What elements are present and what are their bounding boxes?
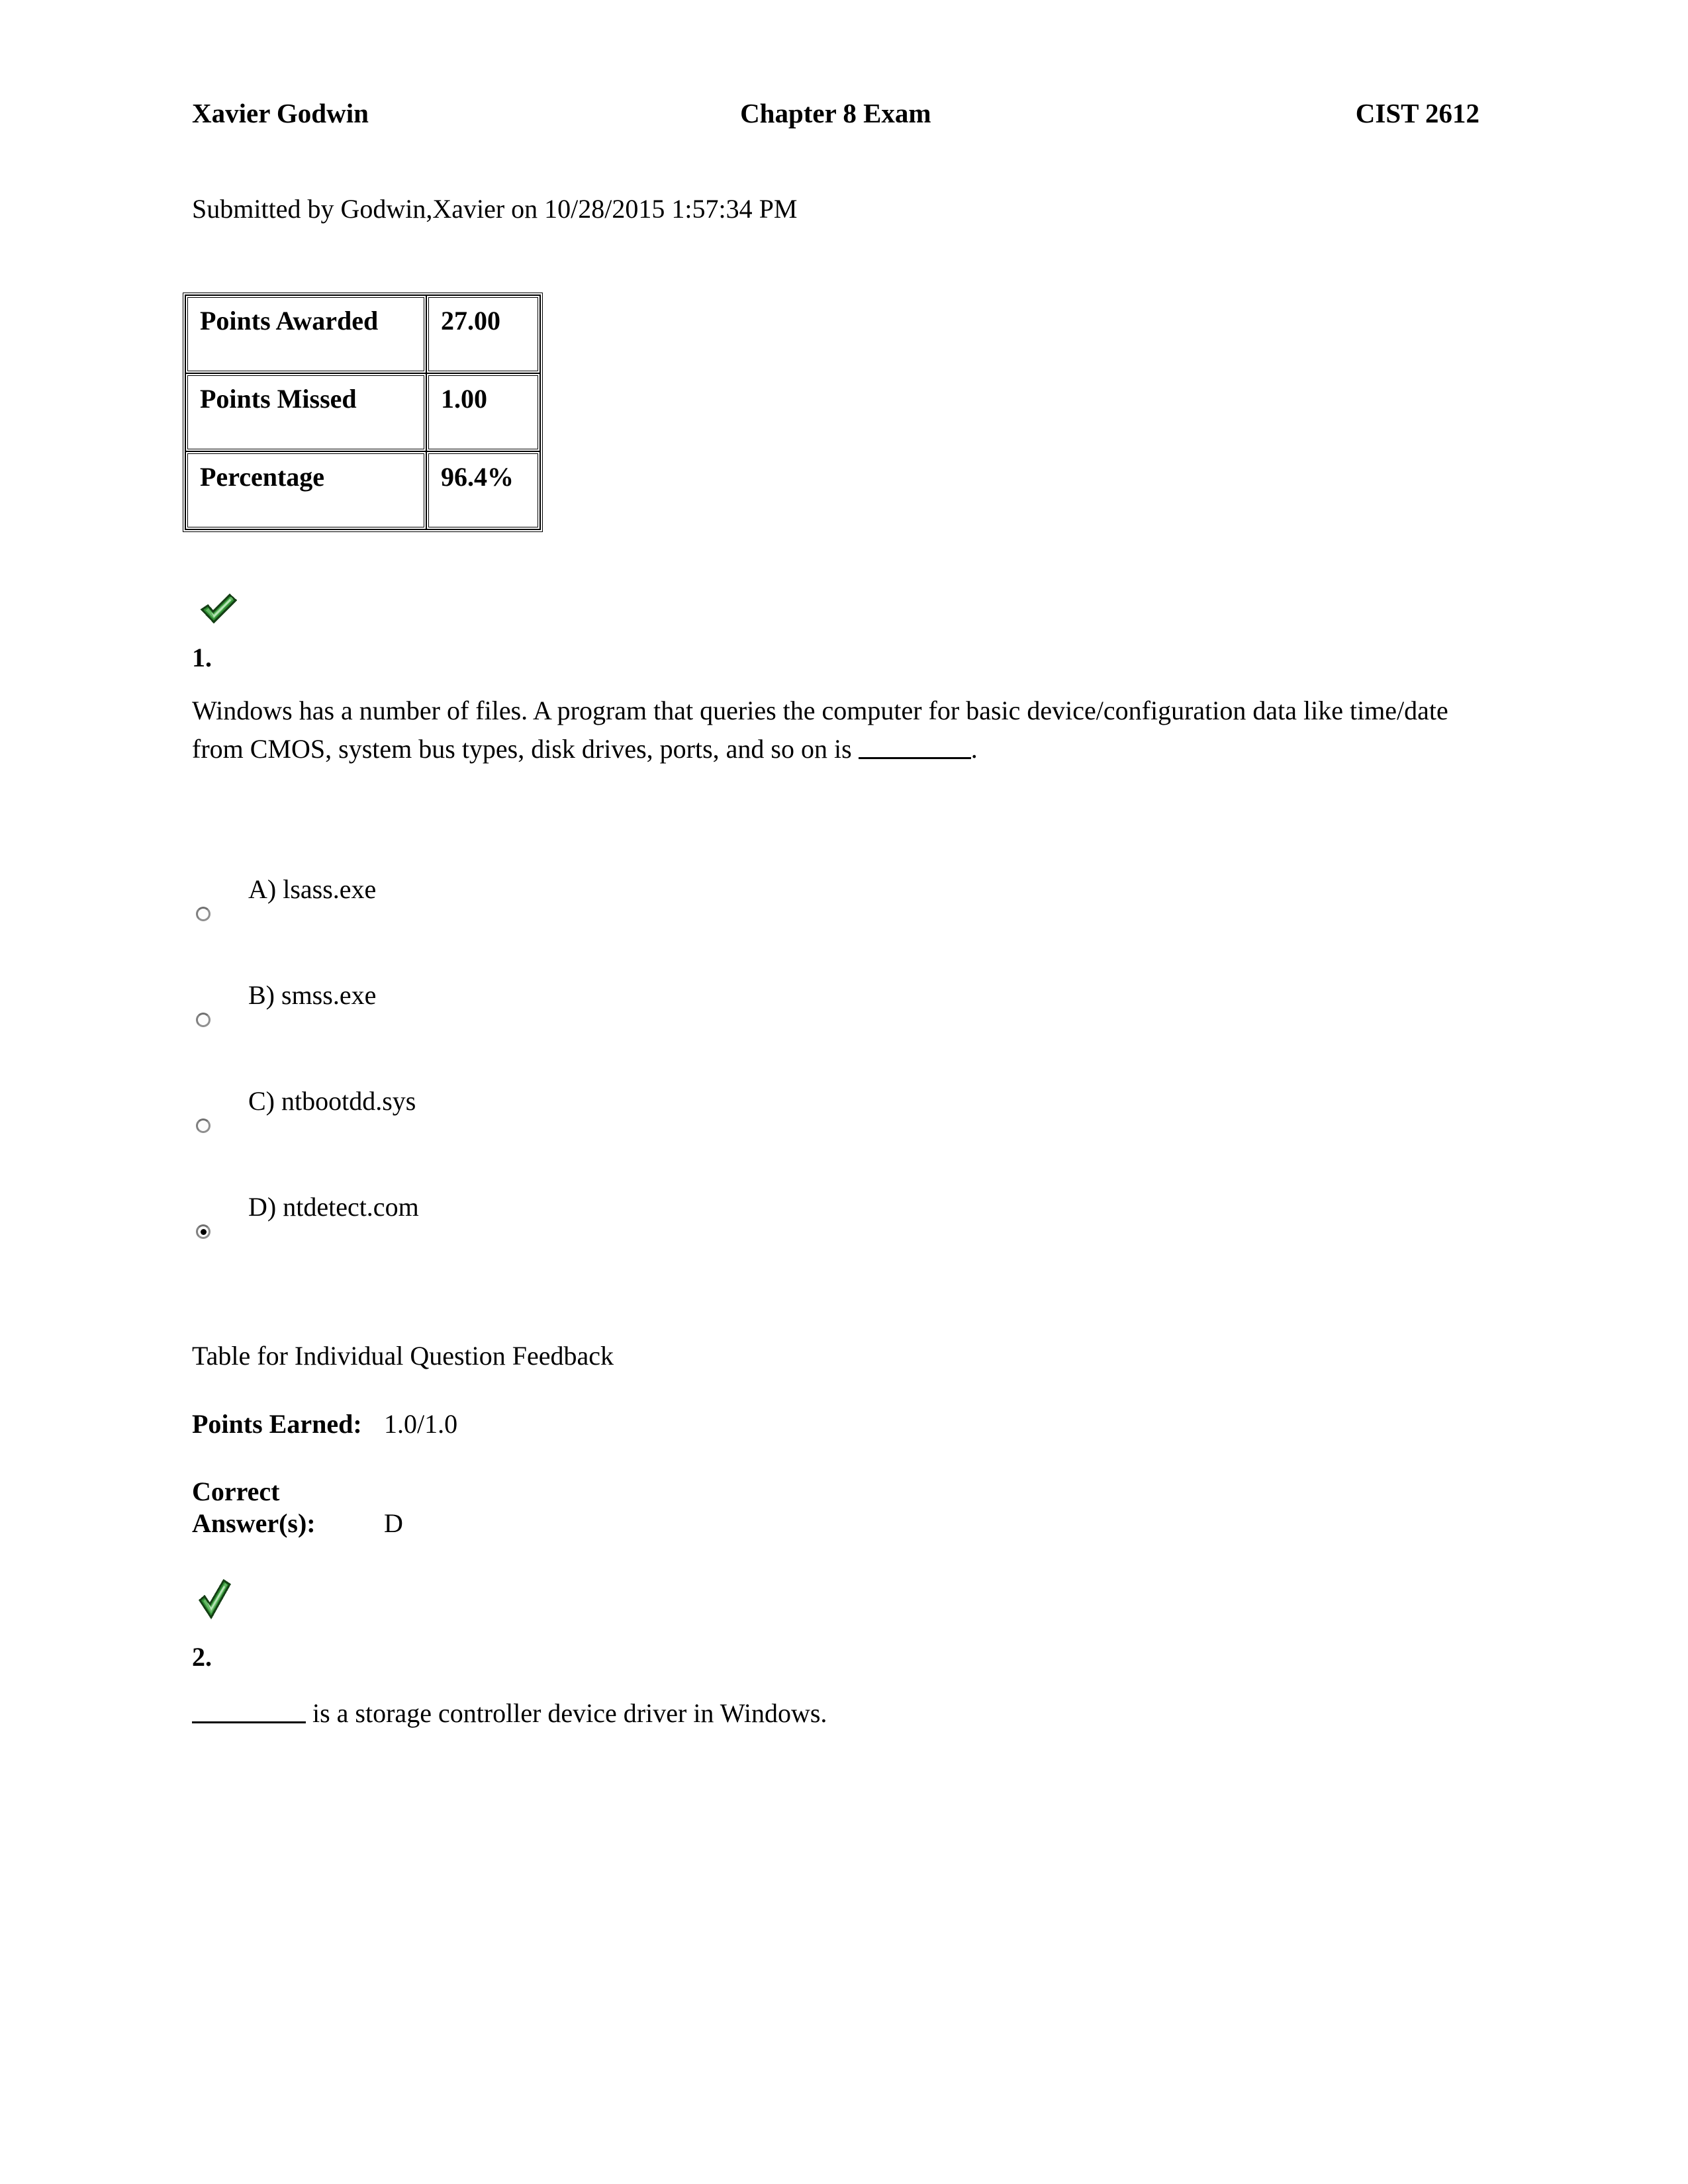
- question-1-options: A) lsass.exe B) smss.exe C) ntbootdd.sys…: [192, 874, 1479, 1297]
- course-code: CIST 2612: [1355, 98, 1479, 128]
- green-check-icon: [193, 588, 242, 629]
- green-check-icon: [193, 1576, 234, 1623]
- points-missed-value: 1.00: [426, 373, 540, 451]
- exam-title: Chapter 8 Exam: [740, 98, 931, 128]
- feedback-table-title: Table for Individual Question Feedback: [192, 1341, 614, 1371]
- points-earned-row: Points Earned: 1.0/1.0: [192, 1408, 986, 1440]
- table-row: Points Awarded 27.00: [185, 295, 540, 373]
- option-row-d[interactable]: D) ntdetect.com: [192, 1191, 1479, 1297]
- radio-dot: [200, 1228, 207, 1235]
- points-missed-label: Points Missed: [185, 373, 426, 451]
- answer-blank: [858, 757, 971, 759]
- radio-button-d[interactable]: [196, 1224, 211, 1239]
- correct-answer-label: Correct Answer(s):: [192, 1477, 316, 1538]
- answer-blank: [192, 1721, 306, 1723]
- correct-answer-value: D: [384, 1508, 403, 1538]
- radio-button-b[interactable]: [196, 1013, 211, 1027]
- radio-button-a[interactable]: [196, 907, 211, 921]
- option-c-label: C) ntbootdd.sys: [248, 1086, 416, 1116]
- percentage-value: 96.4%: [426, 451, 540, 529]
- question-number-2: 2.: [192, 1642, 212, 1672]
- question-number-1: 1.: [192, 643, 212, 672]
- option-row-c[interactable]: C) ntbootdd.sys: [192, 1085, 1479, 1191]
- option-row-a[interactable]: A) lsass.exe: [192, 874, 1479, 979]
- correct-answer-row: Correct Answer(s): D: [192, 1476, 986, 1539]
- option-a-label: A) lsass.exe: [248, 874, 377, 904]
- table-row: Percentage 96.4%: [185, 451, 540, 529]
- exam-results-page: Xavier Godwin Chapter 8 Exam CIST 2612 S…: [0, 0, 1688, 2184]
- option-b-label: B) smss.exe: [248, 980, 377, 1010]
- points-awarded-value: 27.00: [426, 295, 540, 373]
- option-row-b[interactable]: B) smss.exe: [192, 979, 1479, 1085]
- table-row: Points Missed 1.00: [185, 373, 540, 451]
- percentage-label: Percentage: [185, 451, 426, 529]
- score-summary-table: Points Awarded 27.00 Points Missed 1.00 …: [183, 293, 543, 532]
- points-earned-value: 1.0/1.0: [384, 1409, 458, 1439]
- question-1-prompt-part2: .: [970, 734, 978, 764]
- student-name: Xavier Godwin: [192, 98, 369, 128]
- submission-line: Submitted by Godwin,Xavier on 10/28/2015…: [192, 194, 798, 224]
- question-1-prompt-part1: Windows has a number of files. A program…: [192, 696, 1448, 764]
- question-text-2: is a storage controller device driver in…: [192, 1694, 1479, 1733]
- question-text-1: Windows has a number of files. A program…: [192, 692, 1479, 768]
- radio-button-c[interactable]: [196, 1118, 211, 1133]
- points-earned-label: Points Earned:: [192, 1409, 362, 1439]
- document-header: Xavier Godwin Chapter 8 Exam CIST 2612: [192, 98, 1479, 129]
- question-2-prompt-part2: is a storage controller device driver in…: [306, 1698, 827, 1728]
- option-d-label: D) ntdetect.com: [248, 1192, 419, 1222]
- points-awarded-label: Points Awarded: [185, 295, 426, 373]
